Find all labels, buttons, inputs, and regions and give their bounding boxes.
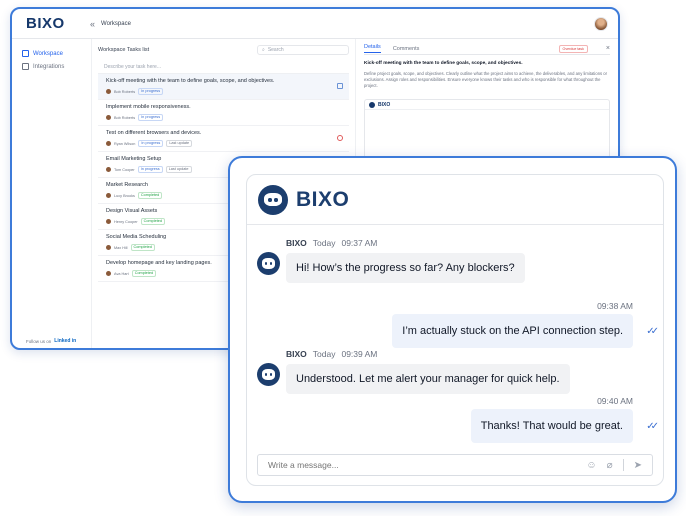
- details-title: Kick-off meeting with the team to define…: [364, 61, 523, 66]
- assignee-name: Tom Cooper: [114, 167, 135, 172]
- tab-comments[interactable]: Comments: [393, 46, 420, 52]
- alert-icon[interactable]: [337, 135, 343, 141]
- read-receipt-icon: ✓✓: [646, 421, 659, 432]
- task-list-header: Workspace Tasks list ⌕ Search: [98, 43, 349, 57]
- task-meta: Bob Roberts In progress: [106, 88, 341, 95]
- status-badge: Last update: [166, 140, 193, 147]
- card-brand: BIXO: [378, 101, 391, 108]
- message-time: 09:38 AM: [597, 301, 633, 311]
- bot-avatar-icon: [257, 252, 280, 275]
- task-row[interactable]: Implement mobile responsiveness. Bob Robe…: [98, 100, 349, 126]
- follow-us: Follow us on Linked in: [26, 338, 76, 344]
- assignee-name: Lucy Brooks: [114, 193, 135, 198]
- assignee-name: Max Hill: [114, 245, 128, 250]
- chat-window: BIXO BIXO Today 09:37 AM Hi! How’s the p…: [228, 156, 677, 503]
- integrations-icon: [22, 63, 29, 70]
- chat-brand: BIXO: [296, 187, 350, 211]
- message-meta: BIXO Today 09:39 AM: [286, 349, 570, 361]
- sender-name: BIXO: [286, 238, 307, 248]
- sender-name: BIXO: [286, 349, 307, 359]
- assignee-avatar: [106, 219, 111, 224]
- task-title: Test on different browsers and devices.: [106, 130, 202, 136]
- message-time: 09:37 AM: [341, 238, 378, 248]
- linkedin-link[interactable]: Linked in: [54, 338, 76, 344]
- workspace-icon: [22, 50, 29, 57]
- close-icon[interactable]: ×: [606, 45, 610, 52]
- attach-icon[interactable]: ⌀: [607, 460, 613, 471]
- task-list-name[interactable]: Workspace Tasks list: [98, 47, 149, 53]
- assignee-name: Bob Roberts: [114, 89, 136, 94]
- status-badge: In progress: [138, 140, 164, 147]
- details-tabs: Details Comments Overdue task ×: [364, 43, 610, 55]
- collapse-sidebar-icon[interactable]: «: [90, 19, 95, 29]
- message-day: Today: [312, 349, 336, 359]
- describe-task-input[interactable]: Describe your task here...: [98, 60, 349, 74]
- bixo-logo: BIXO: [26, 15, 65, 32]
- message-bubble-outgoing: Thanks! That would be great.: [470, 409, 633, 443]
- bot-icon: [369, 101, 375, 108]
- status-badge: Completed: [131, 270, 157, 277]
- assignee-name: Henry Cooper: [114, 219, 138, 224]
- task-meta: Ryan Wilson In progress Last update: [106, 140, 341, 147]
- status-badge: In progress: [138, 88, 164, 95]
- status-badge: Completed: [137, 192, 163, 199]
- sidebar: Workspace Integrations Follow us on Link…: [12, 39, 92, 348]
- message-bubble: Hi! How’s the progress so far? Any block…: [286, 253, 525, 283]
- message-time: 09:40 AM: [597, 396, 633, 406]
- message-bubble-outgoing: I’m actually stuck on the API connection…: [392, 314, 633, 348]
- assignee-avatar: [106, 89, 111, 94]
- task-title: Implement mobile responsiveness.: [106, 104, 191, 110]
- task-row[interactable]: Kick-off meeting with the team to define…: [98, 74, 349, 100]
- status-badge: In progress: [138, 114, 164, 121]
- status-badge: Completed: [130, 244, 155, 251]
- chat-header: BIXO: [247, 175, 663, 225]
- assignee-name: Ryan Wilson: [114, 141, 136, 146]
- user-avatar[interactable]: [594, 16, 608, 31]
- sidebar-item-integrations[interactable]: Integrations: [22, 60, 91, 73]
- emoji-icon[interactable]: ☺: [586, 460, 596, 471]
- search-icon: ⌕: [262, 47, 265, 53]
- message-meta: BIXO Today 09:37 AM: [286, 238, 525, 250]
- divider: [622, 459, 624, 471]
- assignee-avatar: [106, 245, 111, 250]
- assignee-avatar: [106, 115, 111, 120]
- message-day: Today: [312, 238, 336, 248]
- task-title: Kick-off meeting with the team to define…: [106, 78, 275, 84]
- message-composer: ☺ ⌀ ➤: [257, 454, 653, 476]
- top-bar: BIXO « Workspace: [12, 9, 618, 39]
- assignee-avatar: [106, 193, 111, 198]
- sidebar-item-workspace[interactable]: Workspace: [22, 47, 91, 60]
- status-badge: Completed: [140, 218, 166, 225]
- message-input[interactable]: [268, 460, 577, 470]
- follow-us-label: Follow us on: [26, 338, 52, 344]
- message-bubble: Understood. Let me alert your manager fo…: [286, 364, 570, 394]
- message-incoming: BIXO Today 09:39 AM Understood. Let me a…: [257, 349, 570, 394]
- read-receipt-icon: ✓✓: [646, 326, 659, 337]
- bot-avatar-icon: [257, 363, 280, 386]
- assignee-name: Ava Hart: [114, 271, 129, 276]
- document-icon[interactable]: [337, 83, 343, 89]
- details-text: Define project goals, scope, and objecti…: [364, 71, 608, 88]
- sidebar-item-label: Integrations: [33, 63, 65, 70]
- assignee-avatar: [106, 141, 111, 146]
- stage: BIXO « Workspace Workspace Integrations …: [0, 0, 686, 516]
- sidebar-item-label: Workspace: [33, 50, 63, 57]
- search-placeholder: Search: [267, 47, 284, 53]
- task-meta: Bob Roberts In progress: [106, 114, 341, 121]
- assignee-avatar: [106, 167, 111, 172]
- search-input[interactable]: ⌕ Search: [257, 45, 349, 55]
- message-time: 09:39 AM: [341, 349, 378, 359]
- status-badge: In progress: [137, 166, 163, 173]
- assignee-avatar: [106, 271, 111, 276]
- send-icon[interactable]: ➤: [634, 460, 642, 471]
- status-badge: Last update: [165, 166, 192, 173]
- chat-panel: BIXO BIXO Today 09:37 AM Hi! How’s the p…: [246, 174, 664, 486]
- assignee-name: Bob Roberts: [114, 115, 136, 120]
- tab-details[interactable]: Details: [364, 44, 381, 53]
- bot-avatar-icon: [258, 184, 288, 215]
- status-badge: Overdue task: [558, 44, 588, 53]
- page-title: Workspace: [101, 20, 131, 27]
- task-row[interactable]: Test on different browsers and devices. R…: [98, 126, 349, 152]
- message-incoming: BIXO Today 09:37 AM Hi! How’s the progre…: [257, 238, 525, 283]
